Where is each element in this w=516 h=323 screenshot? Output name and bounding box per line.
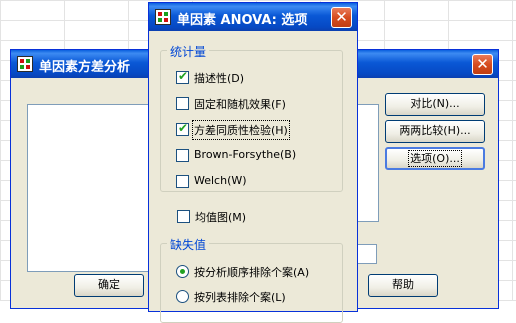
options-title: 单因素 ANOVA: 选项 [177,13,308,28]
missing-values-group: 缺失值 按分析顺序排除个案(A) 按列表排除个案(L) [160,236,343,323]
descriptive-label: 描述性(D) [194,72,245,85]
welch-label: Welch(W) [194,174,247,187]
descriptive-checkbox[interactable]: ✔ [176,69,189,84]
options-close-button[interactable]: ✕ [331,7,352,28]
oneway-anova-title: 单因素方差分析 [39,60,131,75]
statistics-group-title: 统计量 [167,43,210,60]
means-plot-checkbox[interactable] [177,210,190,223]
variable-list[interactable] [27,104,153,272]
brown-forsythe-label: Brown-Forsythe(B) [194,148,297,161]
homogeneity-test-checkbox[interactable]: ✔ [176,121,189,136]
spss-app-icon [155,9,171,25]
exclude-listwise-radio[interactable] [176,290,189,303]
post-hoc-button[interactable]: 两两比较(H)... [385,120,485,143]
check-mark-icon: ✔ [178,69,189,83]
oneway-anova-close-button[interactable]: ✕ [472,54,493,75]
fixed-random-effects-label: 固定和随机效果(F) [194,98,286,111]
exclude-listwise-label: 按列表排除个案(L) [194,291,286,304]
exclude-analysis-radio[interactable] [176,265,189,278]
ok-button[interactable]: 确定 [74,274,144,297]
spss-app-icon [17,56,33,72]
exclude-analysis-label: 按分析顺序排除个案(A) [194,266,310,279]
statistics-group: 统计量 ✔ 描述性(D) 固定和随机效果(F) ✔ 方差同质性检验(H) Bro… [160,43,343,192]
options-titlebar: 单因素 ANOVA: 选项 ✕ [149,3,357,31]
radio-selected-dot [180,269,185,274]
missing-values-group-title: 缺失值 [167,236,210,253]
welch-checkbox[interactable] [176,175,189,188]
brown-forsythe-checkbox[interactable] [176,149,189,162]
options-button[interactable]: 选项(O)... [385,147,485,170]
options-button-label: 选项(O)... [408,150,462,167]
options-dialog: 单因素 ANOVA: 选项 ✕ 统计量 ✔ 描述性(D) 固定和随机效果(F) … [148,2,358,323]
help-button[interactable]: 帮助 [368,274,438,297]
contrasts-button[interactable]: 对比(N)... [385,93,485,116]
check-mark-icon: ✔ [178,121,189,135]
fixed-random-effects-checkbox[interactable] [176,97,189,110]
homogeneity-test-label: 方差同质性检验(H) [192,120,290,140]
means-plot-label: 均值图(M) [195,211,247,224]
